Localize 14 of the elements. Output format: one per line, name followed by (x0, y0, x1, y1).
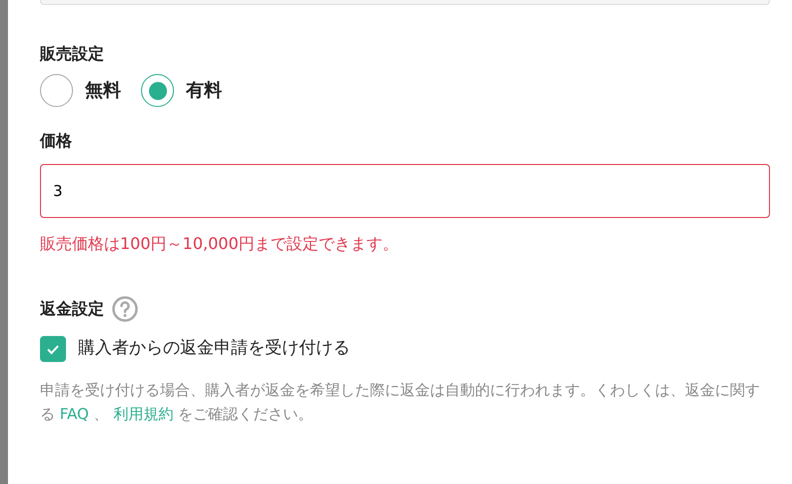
help-icon[interactable] (112, 296, 138, 322)
radio-button[interactable] (40, 74, 73, 107)
section-heading: 返金設定 (40, 298, 104, 320)
error-message: 販売価格は100円～10,000円まで設定できます。 (40, 233, 400, 255)
price-field[interactable]: 3 (40, 164, 770, 218)
radio-label[interactable]: 無料 (85, 77, 121, 104)
refund-note: 申請を受け付ける場合、購入者が返金を希望した際に返金は自動的に行われます。くわしくは、返金に関する FAQ 、 利用規約 をご確認ください。 (40, 380, 761, 425)
input-field[interactable] (40, 0, 770, 5)
checkbox[interactable] (40, 336, 66, 362)
radio-label[interactable]: 有料 (186, 77, 222, 104)
radio-button[interactable] (141, 74, 174, 107)
checkbox-label[interactable]: 購入者からの返金申請を受け付ける (78, 336, 350, 362)
section-heading: 販売設定 (40, 43, 105, 65)
section-heading: 価格 (40, 130, 73, 152)
